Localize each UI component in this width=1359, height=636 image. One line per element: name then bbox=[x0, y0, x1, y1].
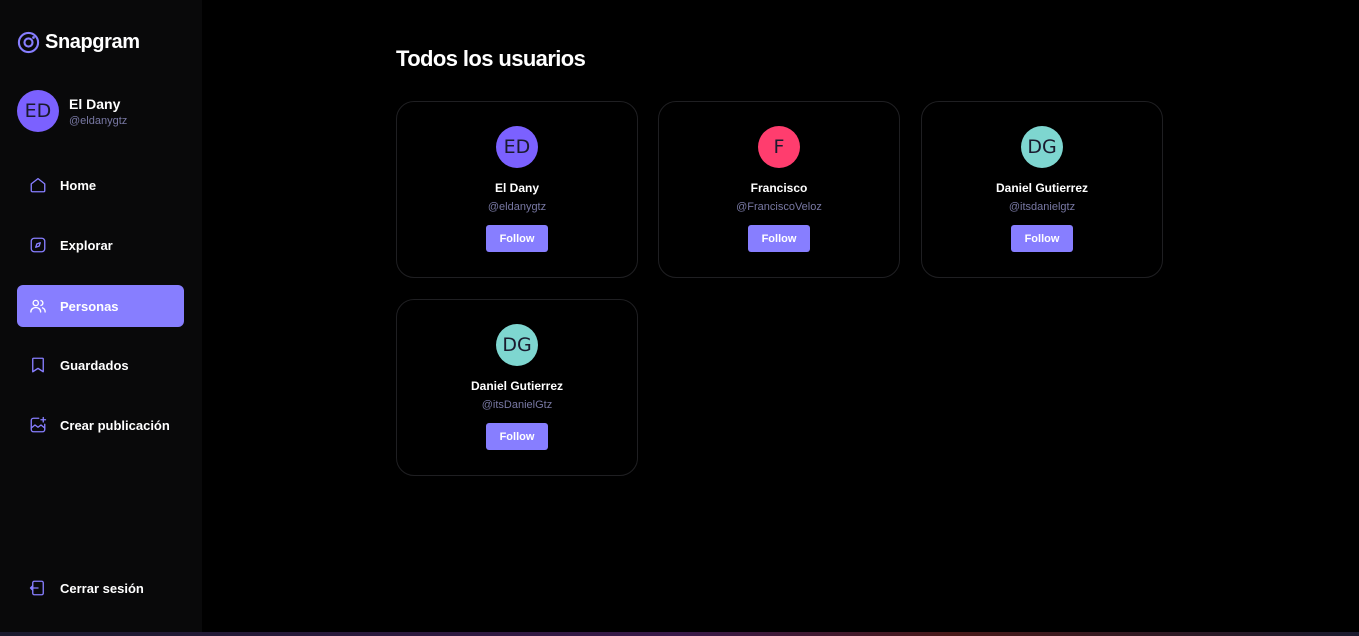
logout-label: Cerrar sesión bbox=[60, 580, 144, 596]
sidebar-item-label: Explorar bbox=[60, 237, 113, 253]
app-logo[interactable]: Snapgram bbox=[17, 31, 140, 54]
sidebar-item-label: Home bbox=[60, 177, 97, 193]
sidebar-item-explorar[interactable]: Explorar bbox=[17, 224, 184, 266]
avatar: ED bbox=[17, 90, 59, 132]
sidebar-item-crear-publicacion[interactable]: Crear publicación bbox=[17, 404, 184, 446]
avatar: ED bbox=[496, 126, 538, 168]
home-icon bbox=[30, 177, 46, 193]
user-name: El Dany bbox=[494, 181, 539, 195]
bookmark-icon bbox=[32, 357, 44, 373]
sidebar-item-personas[interactable]: Personas bbox=[17, 285, 184, 327]
logout-button[interactable]: Cerrar sesión bbox=[17, 567, 184, 609]
user-card[interactable]: DG Daniel Gutierrez @itsdanielgtz Follow bbox=[921, 101, 1163, 278]
user-handle: @FranciscoVeloz bbox=[736, 201, 822, 213]
app-name: Snapgram bbox=[45, 31, 140, 53]
logout-icon bbox=[29, 580, 44, 596]
create-post-icon bbox=[30, 416, 47, 433]
sidebar-item-label: Crear publicación bbox=[60, 417, 170, 433]
user-name: Daniel Gutierrez bbox=[995, 181, 1089, 195]
user-handle: @itsDanielGtz bbox=[481, 399, 553, 411]
user-card[interactable]: DG Daniel Gutierrez @itsDanielGtz Follow bbox=[396, 299, 638, 476]
sidebar-item-label: Guardados bbox=[60, 357, 129, 373]
bottom-edge-bar bbox=[0, 632, 1359, 636]
sidebar: Snapgram ED El Dany @eldanygtz Home Expl… bbox=[0, 0, 202, 632]
avatar: DG bbox=[496, 324, 538, 366]
user-card[interactable]: F Francisco @FranciscoVeloz Follow bbox=[658, 101, 900, 278]
avatar: F bbox=[758, 126, 800, 168]
user-name: Francisco bbox=[750, 181, 808, 195]
sidebar-item-guardados[interactable]: Guardados bbox=[17, 344, 184, 386]
user-name: Daniel Gutierrez bbox=[470, 379, 564, 393]
current-user-profile[interactable]: ED El Dany @eldanygtz bbox=[17, 90, 127, 132]
sidebar-item-label: Personas bbox=[60, 298, 119, 314]
user-handle: @itsdanielgtz bbox=[1008, 201, 1076, 213]
follow-button[interactable]: Follow bbox=[486, 225, 548, 252]
people-icon bbox=[30, 299, 46, 313]
explore-icon bbox=[30, 237, 46, 253]
follow-button[interactable]: Follow bbox=[748, 225, 810, 252]
user-card[interactable]: ED El Dany @eldanygtz Follow bbox=[396, 101, 638, 278]
sidebar-item-home[interactable]: Home bbox=[17, 164, 184, 206]
profile-handle: @eldanygtz bbox=[69, 114, 128, 127]
avatar: DG bbox=[1021, 126, 1063, 168]
snapgram-logo-icon bbox=[17, 31, 40, 54]
follow-button[interactable]: Follow bbox=[486, 423, 548, 450]
page-title: Todos los usuarios bbox=[396, 46, 586, 71]
profile-name: El Dany bbox=[69, 95, 121, 112]
follow-button[interactable]: Follow bbox=[1011, 225, 1073, 252]
user-handle: @eldanygtz bbox=[487, 201, 547, 213]
